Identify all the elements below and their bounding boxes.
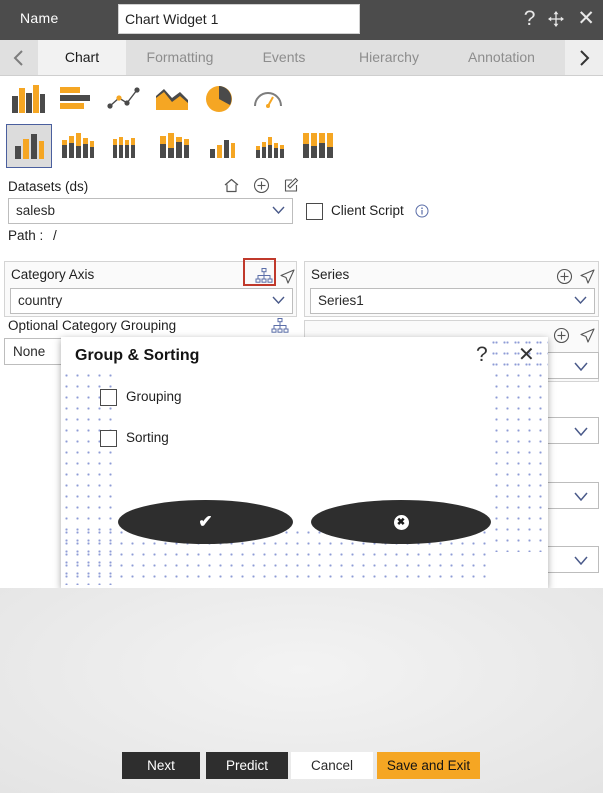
tab-annotation[interactable]: Annotation <box>444 40 559 75</box>
tab-list: Chart Formatting Events Hierarchy Annota… <box>38 40 565 75</box>
x-circle-icon: ✖ <box>393 514 409 530</box>
hierarchy-icon-highlight <box>243 258 276 286</box>
dialog-confirm-button[interactable]: ✔ <box>118 500 293 544</box>
category-axis-title: Category Axis <box>11 267 95 282</box>
chevron-down-icon <box>574 556 588 565</box>
save-and-exit-button[interactable]: Save and Exit <box>377 752 480 779</box>
tabs-next-arrow-icon[interactable] <box>565 40 603 75</box>
tab-events[interactable]: Events <box>234 40 334 75</box>
right-dropdown-1[interactable] <box>541 352 599 379</box>
chart-type-row-variants <box>0 122 603 174</box>
right-dropdown-4[interactable] <box>541 546 599 573</box>
column-cluster-icon[interactable] <box>246 122 294 168</box>
chart-type-row-primary <box>0 76 603 124</box>
right-dropdown-2[interactable] <box>541 417 599 444</box>
grouping-checkbox[interactable] <box>100 389 117 406</box>
grouping-label: Grouping <box>126 389 182 404</box>
optional-category-grouping-label: Optional Category Grouping <box>8 318 177 333</box>
tab-formatting[interactable]: Formatting <box>126 40 234 75</box>
edit-pencil-icon[interactable] <box>282 176 300 194</box>
widget-name-input[interactable] <box>118 4 360 34</box>
chevron-down-icon <box>574 362 588 371</box>
chevron-down-icon <box>574 492 588 501</box>
next-button[interactable]: Next <box>122 752 200 779</box>
series-panel: Series Series1 <box>304 261 599 317</box>
column-stacked-icon[interactable] <box>150 122 198 168</box>
cancel-button[interactable]: Cancel <box>291 752 373 779</box>
info-circle-icon[interactable] <box>415 204 429 218</box>
tab-hierarchy[interactable]: Hierarchy <box>334 40 444 75</box>
tab-bar: Chart Formatting Events Hierarchy Annota… <box>0 40 603 76</box>
column-chart-icon[interactable] <box>4 76 52 124</box>
client-script-label: Client Script <box>331 203 404 218</box>
chart-widget-designer: Name ? ✕ <box>0 0 603 793</box>
client-script-checkbox[interactable] <box>306 203 323 220</box>
optional-grouping-hierarchy-icon[interactable] <box>271 317 291 337</box>
column-small-icon[interactable] <box>198 122 246 168</box>
dialog-help-icon[interactable]: ? <box>476 343 488 367</box>
series-select[interactable]: Series1 <box>310 288 595 314</box>
series-value: Series1 <box>318 293 364 308</box>
dialog-close-icon[interactable]: ✕ <box>518 345 535 365</box>
sorting-checkbox[interactable] <box>100 430 117 447</box>
series-title: Series <box>311 267 350 282</box>
series-send-icon[interactable] <box>577 266 597 286</box>
scatter-line-chart-icon[interactable] <box>100 76 148 122</box>
dialog-cancel-button[interactable]: ✖ <box>311 500 491 544</box>
sorting-checkbox-row: Sorting <box>61 428 361 452</box>
right-dropdown-3[interactable] <box>541 482 599 509</box>
bar-chart-icon[interactable] <box>52 76 100 122</box>
sorting-label: Sorting <box>126 430 169 445</box>
category-axis-send-icon[interactable] <box>277 266 297 286</box>
dataset-path: Path : / <box>8 228 57 243</box>
category-axis-value: country <box>18 293 63 308</box>
chevron-down-icon <box>272 296 285 304</box>
area-chart-icon[interactable] <box>148 76 196 122</box>
datasets-label: Datasets (ds) <box>8 179 89 194</box>
path-value: / <box>53 228 57 243</box>
close-x-icon[interactable]: ✕ <box>577 8 595 29</box>
move-cross-icon[interactable] <box>547 10 565 28</box>
right-add-icon-1[interactable] <box>551 325 571 345</box>
home-icon[interactable] <box>222 176 240 194</box>
name-label: Name <box>20 10 59 26</box>
series-add-icon[interactable] <box>554 266 574 286</box>
right-send-icon-1[interactable] <box>577 325 597 345</box>
column-100-stacked-icon[interactable] <box>294 122 342 168</box>
column-plain-icon[interactable] <box>6 124 52 168</box>
datasets-icon-group <box>222 176 300 194</box>
dataset-select[interactable]: salesb <box>8 198 293 224</box>
column-thin-grouped-icon[interactable] <box>102 122 150 168</box>
predict-button[interactable]: Predict <box>206 752 288 779</box>
tab-chart[interactable]: Chart <box>38 40 126 75</box>
tabs-prev-arrow-icon[interactable] <box>0 40 38 75</box>
pie-chart-icon[interactable] <box>196 76 244 122</box>
category-axis-select[interactable]: country <box>10 288 293 314</box>
dialog-title: Group & Sorting <box>75 347 200 364</box>
footer-bar: Next Predict Cancel Save and Exit <box>0 748 603 793</box>
title-bar-icons: ? ✕ <box>524 8 595 29</box>
check-icon: ✔ <box>198 512 213 531</box>
dataset-select-value: salesb <box>16 203 56 218</box>
help-icon[interactable]: ? <box>524 8 536 29</box>
group-and-sorting-dialog: Group & Sorting ? ✕ Grouping Sorting ✔ ✖ <box>61 337 548 588</box>
chevron-down-icon <box>574 296 587 304</box>
chevron-down-icon <box>574 427 588 436</box>
optional-category-grouping-value: None <box>13 344 46 359</box>
grouping-checkbox-row: Grouping <box>61 387 361 411</box>
path-label: Path : <box>8 228 44 243</box>
dialog-dot-pattern-right <box>491 337 548 552</box>
column-grouped-icon[interactable] <box>54 122 102 168</box>
title-bar: Name ? ✕ <box>0 0 603 40</box>
gauge-chart-icon[interactable] <box>244 76 292 122</box>
plus-circle-icon[interactable] <box>252 176 270 194</box>
chevron-down-icon <box>272 206 285 214</box>
